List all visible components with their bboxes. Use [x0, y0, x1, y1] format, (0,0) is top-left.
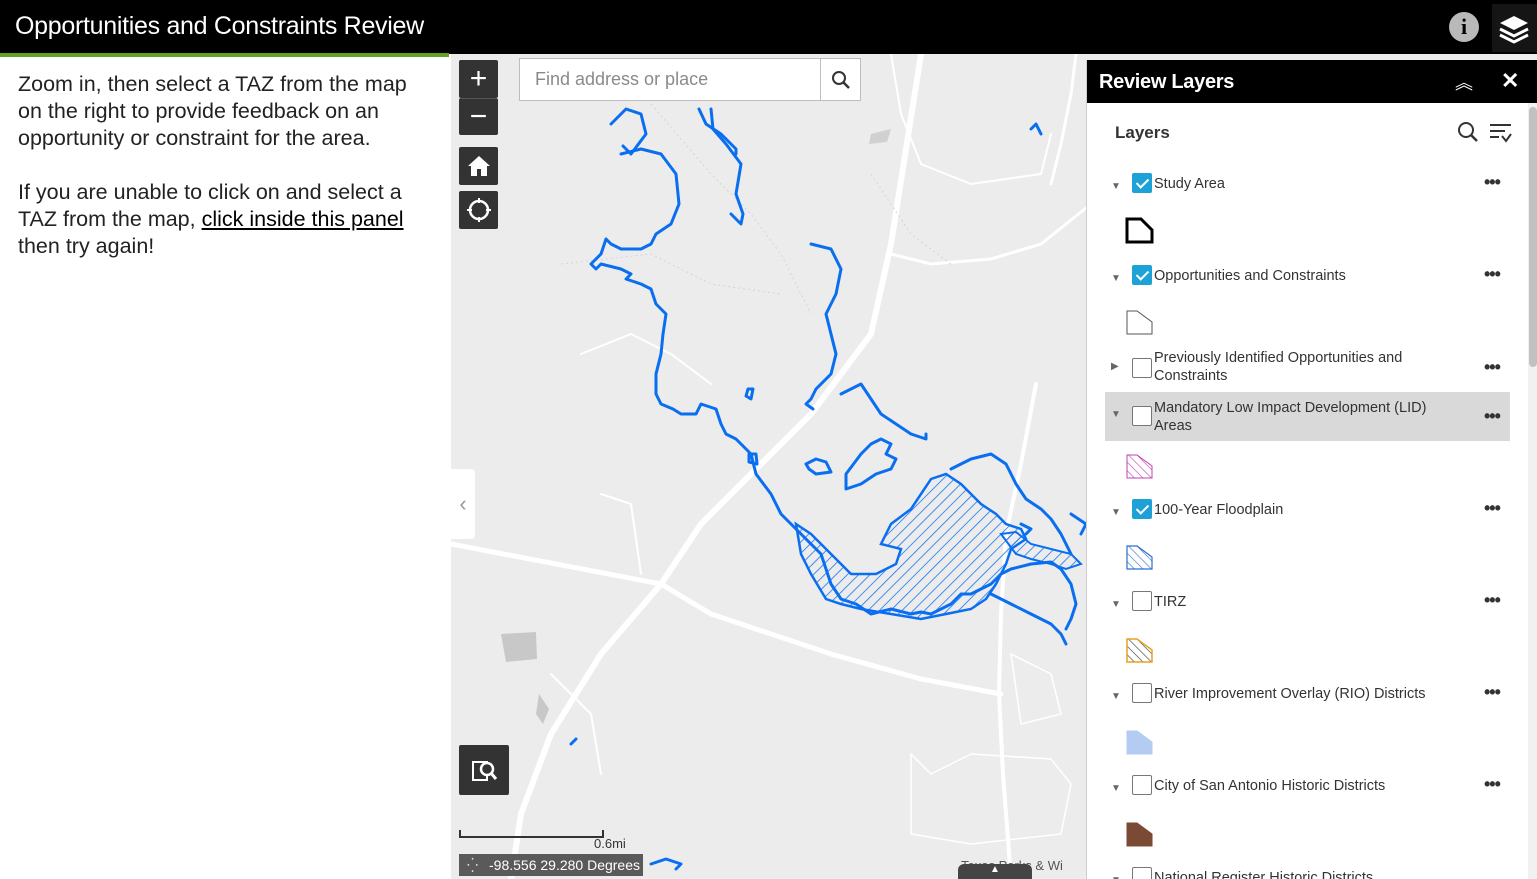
caret-down-icon[interactable]: ▼	[1111, 273, 1121, 284]
layer-row-floodplain[interactable]: ▼ 100-Year Floodplain •••	[1105, 498, 1510, 522]
layer-panel-header: Review Layers ︽ ✕	[1087, 60, 1537, 103]
locate-button[interactable]	[459, 191, 498, 229]
attribution-toggle[interactable]: ▲	[958, 864, 1032, 879]
layer-checkbox[interactable]	[1132, 265, 1152, 285]
query-icon	[472, 761, 498, 781]
tirz-legend-icon	[1126, 638, 1153, 663]
zoom-in-button[interactable]: +	[459, 60, 498, 98]
review-layers-panel: Review Layers ︽ ✕ Layers ▼ Study Area ••…	[1086, 60, 1537, 879]
layer-checkbox[interactable]	[1132, 173, 1152, 193]
search-icon	[832, 70, 850, 89]
instructions-panel[interactable]: Zoom in, then select a TAZ from the map …	[0, 57, 451, 879]
caret-down-icon[interactable]: ▼	[1111, 783, 1121, 794]
chevron-left-icon: ‹	[459, 491, 467, 516]
help-text: If you are unable to click on and select…	[18, 180, 404, 258]
coordinate-readout: ⁛ -98.556 29.280 Degrees	[459, 854, 643, 876]
info-icon[interactable]: i	[1449, 12, 1479, 42]
rio-legend-icon	[1126, 730, 1153, 755]
filter-icon[interactable]	[1489, 121, 1513, 148]
more-options-icon[interactable]: •••	[1484, 264, 1501, 285]
more-options-icon[interactable]: •••	[1484, 682, 1501, 703]
layer-checkbox[interactable]	[1132, 591, 1152, 611]
historic-legend-icon	[1126, 822, 1153, 847]
layer-name: Previously Identified Opportunities and …	[1154, 350, 1403, 384]
layer-row-tirz[interactable]: ▼ TIRZ •••	[1105, 590, 1510, 614]
crosshair-icon: ⁛	[467, 857, 479, 873]
search-button[interactable]	[820, 59, 861, 100]
caret-down-icon[interactable]: ▼	[1111, 691, 1121, 702]
layer-checkbox[interactable]	[1132, 499, 1152, 519]
caret-down-icon[interactable]: ▼	[1111, 507, 1121, 518]
instructions-text: Zoom in, then select a TAZ from the map …	[18, 72, 407, 150]
caret-down-icon[interactable]: ▼	[1111, 409, 1121, 420]
scale-label: 0.6mi	[594, 836, 626, 851]
more-options-icon[interactable]: •••	[1484, 590, 1501, 611]
caret-right-icon[interactable]: ▶	[1111, 361, 1119, 372]
more-options-icon[interactable]: •••	[1484, 774, 1501, 795]
layer-row-national-register[interactable]: ▼ National Register Historic Districts	[1105, 866, 1510, 879]
more-options-icon[interactable]: •••	[1484, 357, 1501, 378]
layer-name: 100-Year Floodplain	[1154, 502, 1284, 518]
search-box	[519, 58, 861, 101]
layer-row-opportunities[interactable]: ▼ Opportunities and Constraints •••	[1105, 264, 1510, 288]
opportunities-legend-icon	[1126, 310, 1153, 335]
home-icon	[467, 156, 490, 176]
search-icon[interactable]	[1457, 121, 1479, 148]
more-options-icon[interactable]: •••	[1484, 498, 1501, 519]
layer-list-header: Layers	[1087, 103, 1527, 163]
layer-row-historic-districts[interactable]: ▼ City of San Antonio Historic Districts…	[1105, 774, 1510, 798]
more-options-icon[interactable]: •••	[1484, 172, 1501, 193]
layer-checkbox[interactable]	[1132, 775, 1152, 795]
search-input[interactable]	[520, 59, 820, 100]
click-panel-link[interactable]: click inside this panel	[202, 207, 404, 231]
caret-down-icon[interactable]: ▼	[1111, 599, 1121, 610]
layer-row-rio-districts[interactable]: ▼ River Improvement Overlay (RIO) Distri…	[1105, 682, 1510, 706]
app-header: Opportunities and Constraints Review i	[0, 0, 1537, 57]
collapse-panel-button[interactable]: ‹	[451, 469, 475, 539]
app-title: Opportunities and Constraints Review	[15, 12, 424, 40]
collapse-icon[interactable]: ︽	[1455, 69, 1473, 95]
zoom-out-button[interactable]: −	[459, 98, 498, 135]
layer-name: TIRZ	[1154, 594, 1187, 610]
caret-down-icon[interactable]: ▼	[1111, 181, 1121, 192]
layers-icon[interactable]	[1492, 4, 1537, 52]
scale-bar	[459, 830, 604, 838]
caret-down-icon[interactable]: ▼	[1111, 875, 1121, 879]
floodplain-legend-icon	[1126, 545, 1153, 570]
layer-checkbox[interactable]	[1132, 867, 1152, 879]
study-area-legend-icon	[1125, 217, 1154, 244]
layer-name: Study Area	[1154, 176, 1225, 192]
layer-name: Opportunities and Constraints	[1154, 268, 1346, 284]
layer-row-lid-areas[interactable]: ▼ Mandatory Low Impact Development (LID)…	[1105, 392, 1510, 441]
locate-icon	[466, 198, 491, 222]
chevron-up-icon: ▲	[990, 864, 1000, 875]
layer-checkbox[interactable]	[1132, 358, 1152, 378]
layer-checkbox[interactable]	[1132, 683, 1152, 703]
layer-name: River Improvement Overlay (RIO) District…	[1154, 686, 1426, 702]
lid-legend-icon	[1126, 454, 1153, 479]
layer-name: Mandatory Low Impact Development (LID) A…	[1154, 400, 1427, 434]
layer-name: City of San Antonio Historic Districts	[1154, 778, 1386, 794]
layers-label: Layers	[1115, 123, 1170, 142]
layer-checkbox[interactable]	[1132, 406, 1152, 426]
layer-row-previously-identified[interactable]: ▶ Previously Identified Opportunities an…	[1105, 348, 1510, 386]
close-icon[interactable]: ✕	[1501, 68, 1519, 94]
home-button[interactable]	[459, 147, 498, 185]
more-options-icon[interactable]: •••	[1484, 406, 1501, 427]
scrollbar[interactable]	[1528, 103, 1537, 879]
layer-panel-title: Review Layers	[1099, 71, 1235, 93]
query-button[interactable]	[459, 745, 509, 795]
scrollbar-thumb[interactable]	[1529, 107, 1537, 367]
layer-name: National Register Historic Districts	[1154, 870, 1374, 879]
layer-row-study-area[interactable]: ▼ Study Area •••	[1105, 172, 1510, 196]
